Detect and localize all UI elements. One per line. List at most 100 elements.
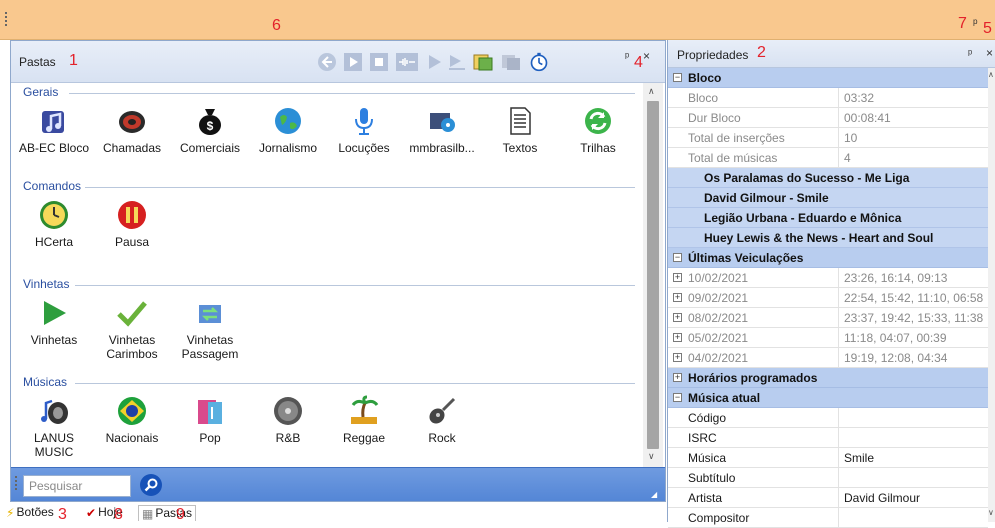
microphone-icon bbox=[348, 105, 380, 137]
section-bloco[interactable]: − Bloco bbox=[668, 68, 988, 88]
annotation-3: 3 bbox=[58, 506, 67, 523]
song-row[interactable]: Huey Lewis & the News - Heart and Soul bbox=[668, 228, 988, 248]
property-row[interactable]: Subtítulo bbox=[668, 468, 988, 488]
scroll-down-icon[interactable]: ∨ bbox=[648, 451, 655, 462]
property-value: 00:08:41 bbox=[844, 111, 891, 125]
folder-item[interactable]: Jornalismo bbox=[249, 105, 327, 155]
folder-item[interactable]: Nacionais bbox=[93, 395, 171, 445]
property-value: 11:18, 04:07, 00:39 bbox=[844, 331, 947, 345]
tab-pastas[interactable]: ▦ Pastas bbox=[138, 505, 197, 521]
song-row[interactable]: Legião Urbana - Eduardo e Mônica bbox=[668, 208, 988, 228]
properties-scroll-up-icon[interactable]: ∧ bbox=[988, 70, 994, 79]
transfer-icon bbox=[194, 297, 226, 329]
globe-icon bbox=[272, 105, 304, 137]
folder-item-label: Trilhas bbox=[580, 141, 616, 155]
scroll-up-icon[interactable]: ∧ bbox=[648, 86, 655, 97]
search-input[interactable] bbox=[23, 475, 131, 497]
search-icon[interactable] bbox=[139, 473, 163, 497]
copy-icon[interactable] bbox=[499, 52, 523, 72]
search-grip[interactable] bbox=[15, 476, 17, 492]
song-row[interactable]: David Gilmour - Smile bbox=[668, 188, 988, 208]
folder-item[interactable]: LANUS MUSIC bbox=[15, 395, 93, 459]
veiculacao-row[interactable]: +04/02/2021 19:19, 12:08, 04:34 bbox=[668, 348, 988, 368]
panel-close-icon[interactable]: × bbox=[643, 49, 650, 63]
song-row[interactable]: Os Paralamas do Sucesso - Me Liga bbox=[668, 168, 988, 188]
section-horarios-programados[interactable]: + Horários programados bbox=[668, 368, 988, 388]
expand-icon[interactable]: + bbox=[673, 373, 682, 382]
folder-item[interactable]: Pausa bbox=[93, 199, 171, 249]
folder-item[interactable]: Locuções bbox=[325, 105, 403, 155]
folder-item[interactable]: $ Comerciais bbox=[171, 105, 249, 155]
folder-item-label: Locuções bbox=[338, 141, 390, 155]
folder-item[interactable]: Pop bbox=[171, 395, 249, 445]
property-value: 10 bbox=[844, 131, 858, 145]
folder-item-label: HCerta bbox=[34, 235, 73, 249]
folder-item[interactable]: Rock bbox=[403, 395, 481, 445]
skip-icon[interactable] bbox=[447, 52, 467, 72]
property-row[interactable]: Compositor bbox=[668, 508, 988, 528]
expand-icon[interactable]: + bbox=[673, 313, 682, 322]
veiculacao-row[interactable]: +10/02/2021 23:26, 16:14, 09:13 bbox=[668, 268, 988, 288]
grid-icon: ▦ bbox=[142, 506, 154, 521]
expand-icon[interactable]: + bbox=[673, 293, 682, 302]
collapse-icon[interactable]: − bbox=[673, 393, 682, 402]
back-icon[interactable] bbox=[317, 52, 337, 72]
property-row[interactable]: Artista David Gilmour bbox=[668, 488, 988, 508]
pop-icon bbox=[194, 395, 226, 427]
folder-item[interactable]: mmbrasilb... bbox=[403, 105, 481, 155]
toolbar-grip[interactable] bbox=[5, 12, 7, 28]
panel-pin-icon[interactable]: ᵖ bbox=[625, 51, 629, 63]
play-icon[interactable] bbox=[343, 52, 363, 72]
stop-icon[interactable] bbox=[369, 52, 389, 72]
next-icon[interactable] bbox=[425, 52, 445, 72]
folder-item[interactable]: Vinhetas Passagem bbox=[171, 297, 249, 361]
scroll-thumb[interactable] bbox=[647, 101, 659, 449]
folders-scrollbar[interactable]: ∧ ∨ bbox=[643, 83, 663, 467]
collapse-icon[interactable]: − bbox=[673, 253, 682, 262]
lightning-icon: ⚡ bbox=[6, 505, 15, 520]
folder-item[interactable]: R&B bbox=[249, 395, 327, 445]
resize-grip-icon[interactable]: ◢ bbox=[651, 490, 657, 499]
folder-item[interactable]: Vinhetas Carimbos bbox=[93, 297, 171, 361]
folder-item[interactable]: Reggae bbox=[325, 395, 403, 445]
column-divider bbox=[838, 288, 839, 308]
folder-item[interactable]: HCerta bbox=[15, 199, 93, 249]
property-name: Música bbox=[688, 451, 727, 465]
veiculacao-row[interactable]: +08/02/2021 23:37, 19:42, 15:33, 11:38 bbox=[668, 308, 988, 328]
section-musica-atual[interactable]: − Música atual bbox=[668, 388, 988, 408]
property-row[interactable]: Dur Bloco 00:08:41 bbox=[668, 108, 988, 128]
properties-pin-icon[interactable]: ᵖ bbox=[968, 48, 972, 60]
property-row[interactable]: ISRC bbox=[668, 428, 988, 448]
property-name: Total de inserções bbox=[688, 131, 785, 145]
expand-icon[interactable]: + bbox=[673, 353, 682, 362]
property-row[interactable]: Música Smile bbox=[668, 448, 988, 468]
property-row[interactable]: Bloco 03:32 bbox=[668, 88, 988, 108]
folder-item[interactable]: Chamadas bbox=[93, 105, 171, 155]
veiculacao-row[interactable]: +09/02/2021 22:54, 15:42, 11:10, 06:58 bbox=[668, 288, 988, 308]
folder-item[interactable]: Trilhas bbox=[559, 105, 637, 155]
section-ultimas-veiculacoes[interactable]: − Últimas Veiculações bbox=[668, 248, 988, 268]
collapse-icon[interactable]: − bbox=[673, 73, 682, 82]
expand-icon[interactable]: + bbox=[673, 273, 682, 282]
property-name: 10/02/2021 bbox=[688, 271, 749, 285]
property-row[interactable]: Total de inserções 10 bbox=[668, 128, 988, 148]
properties-scroll-down-icon[interactable]: ∨ bbox=[988, 508, 994, 517]
expand-icon[interactable]: + bbox=[673, 333, 682, 342]
properties-scrollbar[interactable]: ∧ ∨ bbox=[988, 68, 995, 522]
property-row[interactable]: Total de músicas 4 bbox=[668, 148, 988, 168]
folder-item[interactable]: Textos bbox=[481, 105, 559, 155]
properties-close-icon[interactable]: × bbox=[986, 46, 993, 60]
timer-icon[interactable] bbox=[527, 52, 551, 72]
guitar-icon bbox=[426, 395, 458, 427]
folder-item[interactable]: Vinhetas bbox=[15, 297, 93, 347]
search-bar: ◢ bbox=[11, 467, 665, 501]
veiculacao-row[interactable]: +05/02/2021 11:18, 04:07, 00:39 bbox=[668, 328, 988, 348]
folder-item-label: Textos bbox=[502, 141, 538, 155]
pin-icon[interactable]: ᵖ bbox=[973, 16, 978, 30]
playlist-icon[interactable] bbox=[471, 52, 495, 72]
folder-item[interactable]: AB-EC Bloco bbox=[15, 105, 93, 155]
waveform-icon[interactable] bbox=[395, 52, 419, 72]
property-row[interactable]: Código bbox=[668, 408, 988, 428]
tab-botoes[interactable]: ⚡ Botões bbox=[6, 505, 54, 520]
property-name: Artista bbox=[688, 491, 723, 505]
